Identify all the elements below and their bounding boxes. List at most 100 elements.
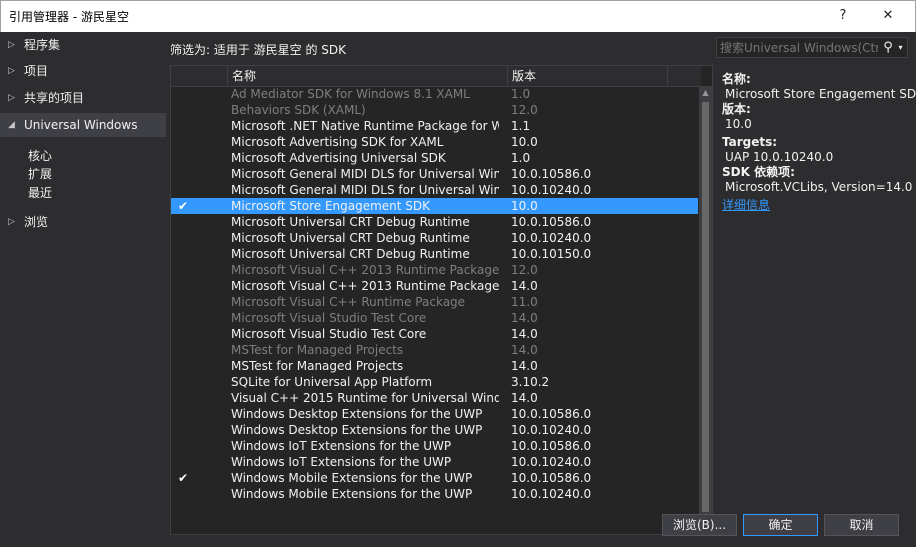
table-row[interactable]: Microsoft General MIDI DLS for Universal… (171, 166, 698, 182)
row-name: Behaviors SDK (XAML) (231, 103, 366, 117)
sdk-list[interactable]: 名称 版本 Ad Mediator SDK for Windows 8.1 XA… (170, 65, 713, 535)
table-row[interactable]: Microsoft Visual Studio Test Core 14.0 (171, 310, 698, 326)
row-checkbox[interactable] (177, 456, 189, 468)
browse-button[interactable]: 浏览(B)... (662, 514, 737, 536)
table-row[interactable]: MSTest for Managed Projects 14.0 (171, 342, 698, 358)
detail-name-value: Microsoft Store Engagement SDK (725, 87, 916, 101)
sidebar-item-shared-projects[interactable]: ▷ 共享的项目 (0, 86, 166, 110)
expand-arrow-icon: ▷ (8, 40, 15, 50)
row-name: Windows Desktop Extensions for the UWP (231, 423, 483, 437)
row-version: 14.0 (511, 327, 538, 341)
vertical-scrollbar[interactable]: ▲ ▼ (699, 86, 712, 534)
row-name: Microsoft Universal CRT Debug Runtime (231, 231, 470, 245)
table-row[interactable]: Microsoft Visual C++ 2013 Runtime Packag… (171, 278, 698, 294)
close-button[interactable]: ✕ (875, 5, 901, 27)
row-checkbox[interactable] (177, 408, 189, 420)
sidebar-item-browse[interactable]: ▷ 浏览 (0, 210, 166, 234)
row-version: 14.0 (511, 311, 538, 325)
cancel-button[interactable]: 取消 (824, 514, 899, 536)
table-row[interactable]: MSTest for Managed Projects 14.0 (171, 358, 698, 374)
table-row[interactable]: Windows Mobile Extensions for the UWP 10.… (171, 486, 698, 502)
row-version: 11.0 (511, 295, 538, 309)
row-checkbox[interactable] (177, 184, 189, 196)
row-checkbox[interactable] (177, 280, 189, 292)
row-checkbox[interactable] (177, 232, 189, 244)
row-name: Microsoft Visual C++ 2013 Runtime Packag… (231, 263, 499, 277)
row-checkbox[interactable] (177, 488, 189, 500)
row-version: 1.1 (511, 119, 531, 133)
search-input[interactable] (720, 39, 878, 56)
row-checkbox[interactable] (177, 328, 189, 340)
row-checkbox[interactable] (177, 424, 189, 436)
sidebar-subitem-recent[interactable]: 最近 (28, 184, 52, 202)
search-icon[interactable]: ⚲ (881, 39, 895, 56)
expand-arrow-icon: ▷ (8, 93, 15, 103)
sidebar-subitem-core[interactable]: 核心 (28, 147, 52, 165)
table-row[interactable]: Microsoft Visual Studio Test Core 14.0 (171, 326, 698, 342)
table-row[interactable]: Microsoft Universal CRT Debug Runtime 10.… (171, 246, 698, 262)
row-name: Microsoft General MIDI DLS for Universal… (231, 167, 499, 181)
detail-version-label: 版本: (722, 102, 751, 116)
row-checkbox[interactable] (177, 440, 189, 452)
table-row[interactable]: Microsoft .NET Native Runtime Package fo… (171, 118, 698, 134)
more-info-link[interactable]: 详细信息 (722, 197, 912, 213)
table-row[interactable]: Visual C++ 2015 Runtime for Universal Wi… (171, 390, 698, 406)
detail-targets-value: UAP 10.0.10240.0 (725, 150, 834, 164)
table-row[interactable]: Windows IoT Extensions for the UWP 10.0.1… (171, 454, 698, 470)
ok-button[interactable]: 确定 (743, 514, 818, 536)
table-row[interactable]: Microsoft Universal CRT Debug Runtime 10.… (171, 230, 698, 246)
table-row[interactable]: Microsoft Advertising SDK for XAML 10.0 (171, 134, 698, 150)
table-row[interactable]: Windows IoT Extensions for the UWP 10.0.1… (171, 438, 698, 454)
row-version: 10.0.10586.0 (511, 407, 592, 421)
table-row[interactable]: Microsoft Advertising Universal SDK 1.0 (171, 150, 698, 166)
row-checkbox[interactable] (177, 264, 189, 276)
row-checkbox[interactable] (177, 376, 189, 388)
table-row[interactable]: Microsoft Visual C++ Runtime Package 11.0 (171, 294, 698, 310)
row-name: Windows IoT Extensions for the UWP (231, 455, 452, 469)
scroll-up-icon[interactable]: ▲ (699, 86, 712, 100)
search-dropdown-icon[interactable]: ▾ (896, 39, 905, 56)
sidebar-item-assemblies[interactable]: ▷ 程序集 (0, 33, 166, 57)
row-checkbox[interactable] (177, 248, 189, 260)
row-checkbox[interactable] (177, 168, 189, 180)
sidebar-item-label: 项目 (24, 64, 49, 78)
detail-version-value: 10.0 (725, 117, 752, 131)
table-row[interactable]: Windows Desktop Extensions for the UWP 10… (171, 406, 698, 422)
row-version: 10.0.10586.0 (511, 439, 592, 453)
table-row[interactable]: Microsoft General MIDI DLS for Universal… (171, 182, 698, 198)
row-version: 12.0 (511, 263, 538, 277)
table-row[interactable]: Windows Desktop Extensions for the UWP 10… (171, 422, 698, 438)
row-checkbox[interactable] (177, 88, 189, 100)
table-row[interactable]: Microsoft Visual C++ 2013 Runtime Packag… (171, 262, 698, 278)
detail-name-label: 名称: (722, 72, 751, 86)
scroll-thumb[interactable] (702, 102, 709, 512)
row-checkbox[interactable] (177, 216, 189, 228)
column-header-name[interactable]: 名称 (227, 66, 507, 86)
search-box[interactable]: ⚲ ▾ (716, 37, 908, 58)
row-checkbox[interactable]: ✔ (177, 200, 189, 212)
row-checkbox[interactable] (177, 136, 189, 148)
help-button[interactable]: ? (830, 5, 856, 27)
row-checkbox[interactable] (177, 152, 189, 164)
table-row[interactable]: ✔ Windows Mobile Extensions for the UWP 10… (171, 470, 698, 486)
detail-targets-label: Targets: (722, 135, 778, 149)
sidebar-item-universal-windows[interactable]: ◢ Universal Windows (0, 113, 166, 137)
row-name: MSTest for Managed Projects (231, 343, 404, 357)
table-row[interactable]: Ad Mediator SDK for Windows 8.1 XAML 1.0 (171, 86, 698, 102)
sidebar-item-projects[interactable]: ▷ 项目 (0, 59, 166, 83)
row-checkbox[interactable] (177, 392, 189, 404)
sidebar-subitem-extensions[interactable]: 扩展 (28, 165, 52, 183)
row-checkbox[interactable] (177, 120, 189, 132)
row-checkbox[interactable] (177, 312, 189, 324)
row-version: 10.0.10240.0 (511, 455, 592, 469)
table-row[interactable]: Microsoft Universal CRT Debug Runtime 10.… (171, 214, 698, 230)
row-checkbox[interactable] (177, 104, 189, 116)
row-checkbox[interactable] (177, 296, 189, 308)
table-row[interactable]: Behaviors SDK (XAML) 12.0 (171, 102, 698, 118)
row-checkbox[interactable]: ✔ (177, 472, 189, 484)
table-row[interactable]: SQLite for Universal App Platform 3.10.2 (171, 374, 698, 390)
row-checkbox[interactable] (177, 360, 189, 372)
row-checkbox[interactable] (177, 344, 189, 356)
table-row[interactable]: ✔ Microsoft Store Engagement SDK 10.0 (171, 198, 698, 214)
column-header-version[interactable]: 版本 (507, 66, 667, 86)
